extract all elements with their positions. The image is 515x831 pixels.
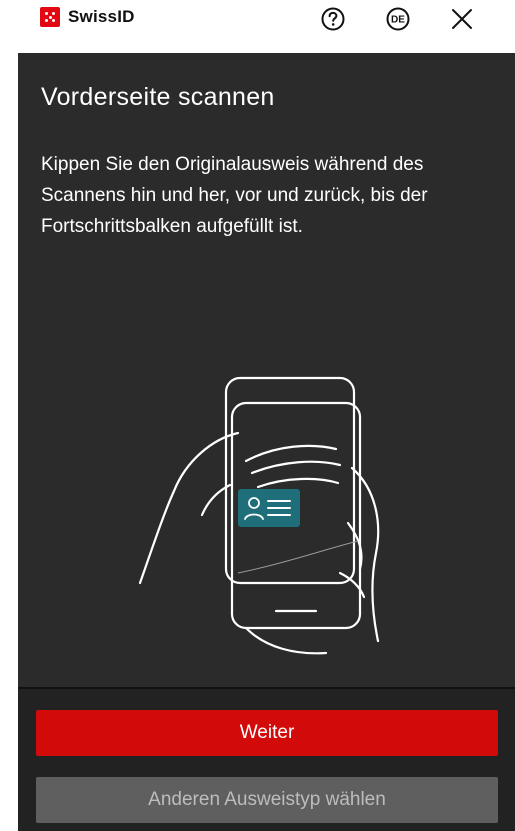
- language-button[interactable]: DE: [385, 6, 411, 32]
- action-footer: Weiter Anderen Ausweistyp wählen: [18, 687, 515, 831]
- language-circle-icon: DE: [386, 7, 410, 31]
- close-x-icon: [452, 9, 472, 29]
- language-code: DE: [391, 15, 405, 26]
- brand-name: SwissID: [68, 7, 135, 26]
- id-card-icon: [238, 489, 300, 527]
- question-circle-icon: [321, 7, 345, 31]
- instruction-text: Kippen Sie den Originalausweis während d…: [41, 154, 428, 237]
- swissid-logo-mark-icon: [40, 7, 60, 27]
- close-button[interactable]: [449, 6, 475, 32]
- scan-instructions-panel: Vorderseite scannen Kippen Sie den Origi…: [18, 53, 515, 687]
- hands-holding-phone-scanning-id-card-icon: [138, 376, 380, 655]
- help-button[interactable]: [320, 6, 346, 32]
- choose-other-id-type-button[interactable]: Anderen Ausweistyp wählen: [36, 777, 498, 823]
- swissid-logo: SwissID: [40, 7, 135, 27]
- app-header: SwissID DE: [0, 0, 515, 36]
- continue-button[interactable]: Weiter: [36, 710, 498, 756]
- page-title: Vorderseite scannen: [41, 83, 275, 111]
